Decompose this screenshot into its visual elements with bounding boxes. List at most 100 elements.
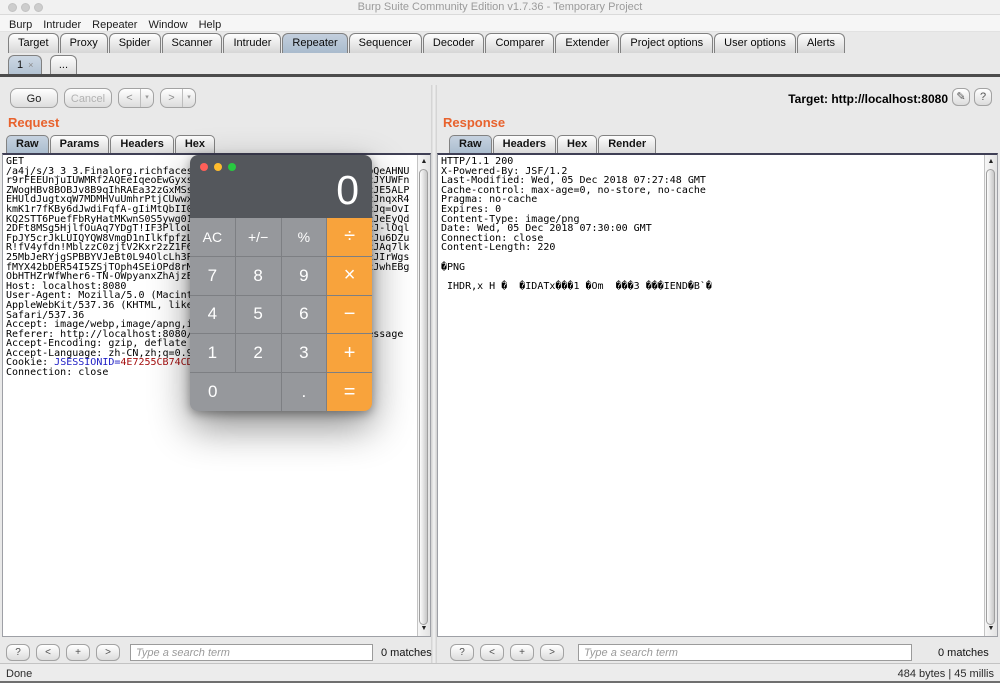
- forward-arrow-icon: >: [161, 89, 182, 107]
- calc-key-6[interactable]: 6: [282, 296, 327, 334]
- calc-key-1[interactable]: 1: [190, 334, 235, 372]
- calc-key-9[interactable]: 9: [282, 257, 327, 295]
- scrollbar-thumb[interactable]: [419, 169, 428, 625]
- request-tab-raw[interactable]: Raw: [6, 135, 49, 153]
- request-search-help-button[interactable]: ?: [6, 644, 30, 661]
- menu-repeater[interactable]: Repeater: [92, 17, 137, 33]
- calc-minimize-icon[interactable]: [214, 163, 222, 171]
- tab-target[interactable]: Target: [8, 33, 59, 53]
- response-editor-tabs: RawHeadersHexRender: [449, 135, 657, 153]
- menu-bar: Burp Intruder Repeater Window Help: [0, 15, 1000, 32]
- calc-key-8[interactable]: 8: [236, 257, 281, 295]
- help-button[interactable]: ?: [974, 88, 992, 106]
- response-search-input[interactable]: [578, 644, 912, 661]
- tab-comparer[interactable]: Comparer: [485, 33, 554, 53]
- edit-target-button[interactable]: ✎: [952, 88, 970, 106]
- tab-sequencer[interactable]: Sequencer: [349, 33, 422, 53]
- main-tab-bar: TargetProxySpiderScannerIntruderRepeater…: [8, 33, 846, 53]
- calc-key-4[interactable]: 4: [190, 296, 235, 334]
- calc-key-=[interactable]: =: [327, 373, 372, 411]
- menu-burp[interactable]: Burp: [9, 17, 32, 33]
- request-search-next-button[interactable]: >: [96, 644, 120, 661]
- tab-extender[interactable]: Extender: [555, 33, 619, 53]
- status-text: Done: [6, 668, 32, 680]
- calc-key-÷[interactable]: ÷: [327, 218, 372, 256]
- calc-key-2[interactable]: 2: [236, 334, 281, 372]
- repeater-tab-more[interactable]: ...: [50, 55, 77, 74]
- calc-zoom-icon[interactable]: [228, 163, 236, 171]
- tab-spider[interactable]: Spider: [109, 33, 161, 53]
- calculator-window[interactable]: 0 AC+/−%÷ 789× 456− 123+0.=: [190, 155, 372, 411]
- request-search-input[interactable]: [130, 644, 373, 661]
- tab-alerts[interactable]: Alerts: [797, 33, 845, 53]
- cancel-button[interactable]: Cancel: [64, 88, 112, 108]
- tab-project-options[interactable]: Project options: [620, 33, 713, 53]
- scroll-up-icon[interactable]: ▲: [985, 156, 997, 168]
- tab-decoder[interactable]: Decoder: [423, 33, 485, 53]
- response-title: Response: [443, 115, 505, 130]
- response-tab-headers[interactable]: Headers: [493, 135, 556, 153]
- repeater-tab-bar: 1× ...: [8, 55, 80, 74]
- tab-repeater[interactable]: Repeater: [282, 33, 347, 53]
- tab-intruder[interactable]: Intruder: [223, 33, 281, 53]
- request-scrollbar[interactable]: ▲ ▼: [417, 155, 430, 636]
- request-tab-hex[interactable]: Hex: [175, 135, 215, 153]
- response-tab-raw[interactable]: Raw: [449, 135, 492, 153]
- repeater-tab-1-label: 1: [17, 59, 23, 71]
- code-line: IHDR,x H � �IDATx���1 �Om ���3 ���IEND�B…: [441, 282, 712, 292]
- response-editor[interactable]: HTTP/1.1 200X-Powered-By: JSF/1.2Last-Mo…: [437, 153, 998, 637]
- response-tab-render[interactable]: Render: [598, 135, 656, 153]
- scroll-down-icon[interactable]: ▼: [418, 623, 430, 635]
- response-text: HTTP/1.1 200X-Powered-By: JSF/1.2Last-Mo…: [441, 157, 712, 291]
- back-arrow-icon: <: [119, 89, 140, 107]
- request-search-add-button[interactable]: +: [66, 644, 90, 661]
- calc-key-7[interactable]: 7: [190, 257, 235, 295]
- calculator-display: 0: [336, 168, 359, 212]
- close-tab-icon[interactable]: ×: [28, 60, 33, 70]
- calculator-keypad: AC+/−%÷ 789× 456− 123+0.=: [190, 218, 372, 411]
- status-bar: Done 484 bytes | 45 millis: [0, 663, 1000, 683]
- titlebar: Burp Suite Community Edition v1.7.36 - T…: [0, 0, 1000, 15]
- chevron-down-icon[interactable]: ▾: [140, 89, 153, 107]
- calc-key-5[interactable]: 5: [236, 296, 281, 334]
- chevron-down-icon[interactable]: ▾: [182, 89, 195, 107]
- divider: [0, 74, 1000, 77]
- tab-scanner[interactable]: Scanner: [162, 33, 223, 53]
- menu-help[interactable]: Help: [199, 17, 222, 33]
- response-search-next-button[interactable]: >: [540, 644, 564, 661]
- response-match-count: 0 matches: [938, 647, 989, 659]
- tab-proxy[interactable]: Proxy: [60, 33, 108, 53]
- scroll-up-icon[interactable]: ▲: [418, 156, 430, 168]
- forward-button[interactable]: >▾: [160, 88, 196, 108]
- calc-key-+/−[interactable]: +/−: [236, 218, 281, 256]
- request-tab-headers[interactable]: Headers: [110, 135, 173, 153]
- window-title: Burp Suite Community Edition v1.7.36 - T…: [0, 1, 1000, 13]
- go-button[interactable]: Go: [10, 88, 58, 108]
- response-search-add-button[interactable]: +: [510, 644, 534, 661]
- scrollbar-thumb[interactable]: [986, 169, 995, 625]
- calc-key-AC[interactable]: AC: [190, 218, 235, 256]
- pane-splitter[interactable]: [431, 85, 437, 663]
- request-tab-params[interactable]: Params: [50, 135, 110, 153]
- response-tab-hex[interactable]: Hex: [557, 135, 597, 153]
- request-search-prev-button[interactable]: <: [36, 644, 60, 661]
- response-search-help-button[interactable]: ?: [450, 644, 474, 661]
- calc-key-3[interactable]: 3: [282, 334, 327, 372]
- calc-key-×[interactable]: ×: [327, 257, 372, 295]
- back-button[interactable]: <▾: [118, 88, 154, 108]
- calc-key-0[interactable]: 0: [190, 373, 281, 411]
- repeater-tab-1[interactable]: 1×: [8, 55, 42, 74]
- request-editor-tabs: RawParamsHeadersHex: [6, 135, 216, 153]
- calc-key-%[interactable]: %: [282, 218, 327, 256]
- calc-close-icon[interactable]: [200, 163, 208, 171]
- calc-key-.[interactable]: .: [282, 373, 327, 411]
- tab-user-options[interactable]: User options: [714, 33, 796, 53]
- code-line: Content-Length: 220: [441, 243, 712, 253]
- menu-intruder[interactable]: Intruder: [43, 17, 81, 33]
- menu-window[interactable]: Window: [148, 17, 187, 33]
- calc-key-−[interactable]: −: [327, 296, 372, 334]
- scroll-down-icon[interactable]: ▼: [985, 623, 997, 635]
- calc-key-+[interactable]: +: [327, 334, 372, 372]
- response-scrollbar[interactable]: ▲ ▼: [984, 155, 997, 636]
- response-search-prev-button[interactable]: <: [480, 644, 504, 661]
